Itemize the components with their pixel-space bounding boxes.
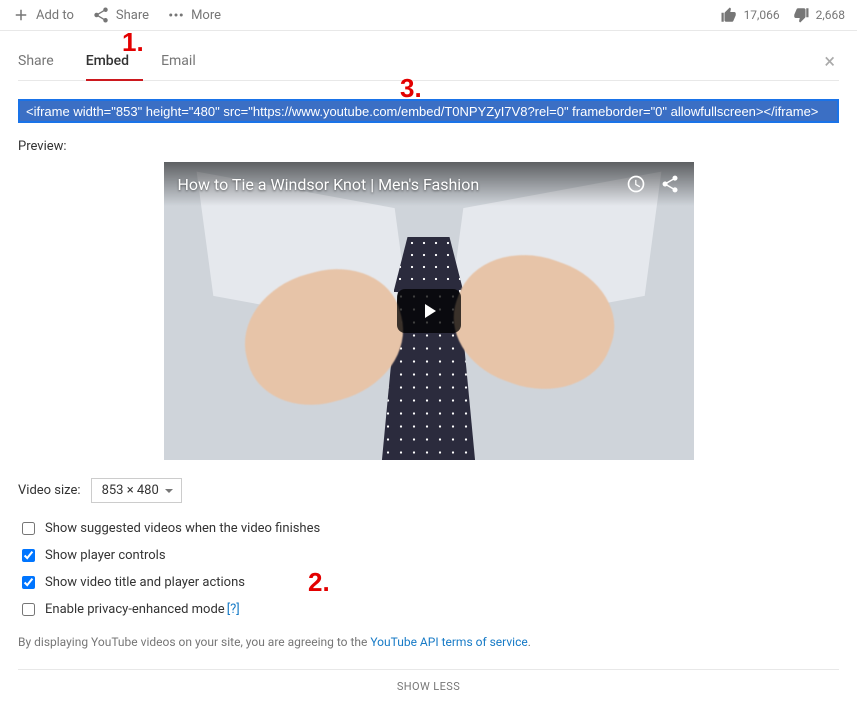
privacy-help-link[interactable]: [?] xyxy=(227,602,240,617)
video-size-value: 853 × 480 xyxy=(102,483,159,498)
checkbox-suggested-videos[interactable] xyxy=(22,522,35,535)
api-terms-link[interactable]: YouTube API terms of service xyxy=(370,635,527,649)
label-player-controls: Show player controls xyxy=(45,548,166,563)
label-privacy-mode: Enable privacy-enhanced mode xyxy=(45,602,225,617)
video-preview[interactable]: How to Tie a Windsor Knot | Men's Fashio… xyxy=(164,162,694,460)
more-label: More xyxy=(191,8,221,23)
dislike-button[interactable]: 2,668 xyxy=(792,6,845,24)
share-tabs: Share Embed Email × xyxy=(18,43,839,81)
add-to-label: Add to xyxy=(36,8,74,23)
share-small-icon[interactable] xyxy=(660,174,680,194)
close-icon[interactable]: × xyxy=(824,51,835,71)
thumbs-down-icon xyxy=(792,6,810,24)
preview-label: Preview: xyxy=(18,139,839,154)
like-count: 17,066 xyxy=(744,8,780,22)
plus-icon xyxy=(12,6,30,24)
share-panel: 1. Share Embed Email × 3. Preview: How t… xyxy=(0,31,857,707)
video-action-toolbar: Add to Share More 17,066 2,668 xyxy=(0,0,857,31)
add-to-button[interactable]: Add to xyxy=(12,6,74,24)
more-horizontal-icon xyxy=(167,6,185,24)
share-icon xyxy=(92,6,110,24)
annotation-2: 2. xyxy=(308,567,330,598)
tab-embed[interactable]: Embed xyxy=(86,43,143,81)
embed-code-field[interactable] xyxy=(18,99,839,123)
tab-share[interactable]: Share xyxy=(18,43,68,80)
play-icon xyxy=(417,299,441,323)
video-size-label: Video size: xyxy=(18,483,81,498)
tab-email[interactable]: Email xyxy=(161,43,210,80)
like-button[interactable]: 17,066 xyxy=(720,6,780,24)
disclaimer-text: By displaying YouTube videos on your sit… xyxy=(18,635,839,649)
share-label: Share xyxy=(116,8,149,23)
embed-options: Video size: 853 × 480 Show suggested vid… xyxy=(18,478,839,649)
label-title-actions: Show video title and player actions xyxy=(45,575,245,590)
thumbs-up-icon xyxy=(720,6,738,24)
watch-later-icon[interactable] xyxy=(626,174,646,194)
checkbox-player-controls[interactable] xyxy=(22,549,35,562)
show-less-button[interactable]: SHOW LESS xyxy=(18,669,839,707)
play-button[interactable] xyxy=(397,289,461,333)
share-button[interactable]: Share xyxy=(92,6,149,24)
checkbox-title-actions[interactable] xyxy=(22,576,35,589)
video-size-select[interactable]: 853 × 480 xyxy=(91,478,182,503)
more-button[interactable]: More xyxy=(167,6,221,24)
video-top-overlay: How to Tie a Windsor Knot | Men's Fashio… xyxy=(164,162,694,206)
video-title: How to Tie a Windsor Knot | Men's Fashio… xyxy=(178,175,612,194)
checkbox-privacy-mode[interactable] xyxy=(22,603,35,616)
dislike-count: 2,668 xyxy=(816,8,845,22)
label-suggested-videos: Show suggested videos when the video fin… xyxy=(45,521,320,536)
